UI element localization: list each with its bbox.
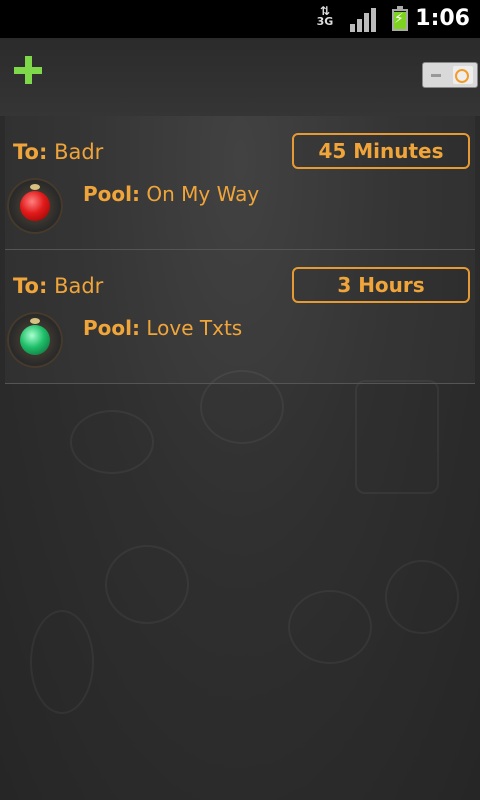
pool-label: Pool: <box>83 182 140 206</box>
background-doodle <box>70 410 154 474</box>
list-item[interactable]: To: Badr 45 Minutes Pool: On My Way <box>5 116 475 250</box>
to-value: Badr <box>54 274 104 298</box>
background-doodle <box>355 380 439 494</box>
action-bar <box>0 38 480 116</box>
timer-button[interactable]: 3 Hours <box>292 267 470 303</box>
status-bar: ⇅ 3G ⚡ 1:06 <box>0 0 480 38</box>
pool-line: Pool: Love Txts <box>83 316 242 340</box>
network-type: 3G <box>316 15 334 28</box>
toggle-switch-icon[interactable] <box>422 62 478 88</box>
status-led-icon <box>7 178 63 234</box>
pool-label: Pool: <box>83 316 140 340</box>
recipient-line: To: Badr <box>13 140 103 164</box>
battery-charging-icon: ⚡ <box>390 6 410 32</box>
background-doodle <box>30 610 94 714</box>
list-item[interactable]: To: Badr 3 Hours Pool: Love Txts <box>5 250 475 384</box>
background-doodle <box>105 545 189 624</box>
pool-value: On My Way <box>146 182 260 206</box>
to-label: To: <box>13 140 48 164</box>
pool-line: Pool: On My Way <box>83 182 259 206</box>
plus-icon[interactable] <box>14 56 42 84</box>
timer-button[interactable]: 45 Minutes <box>292 133 470 169</box>
background-doodle <box>288 590 372 664</box>
signal-icon <box>350 6 378 32</box>
to-value: Badr <box>54 140 104 164</box>
background-doodle <box>385 560 459 634</box>
to-label: To: <box>13 274 48 298</box>
recipient-line: To: Badr <box>13 274 103 298</box>
clock: 1:06 <box>415 6 470 31</box>
data-arrows-icon: ⇅ 3G <box>312 5 338 32</box>
pool-value: Love Txts <box>146 316 243 340</box>
scheduled-list: To: Badr 45 Minutes Pool: On My Way To: … <box>0 116 480 384</box>
status-led-icon <box>7 312 63 368</box>
